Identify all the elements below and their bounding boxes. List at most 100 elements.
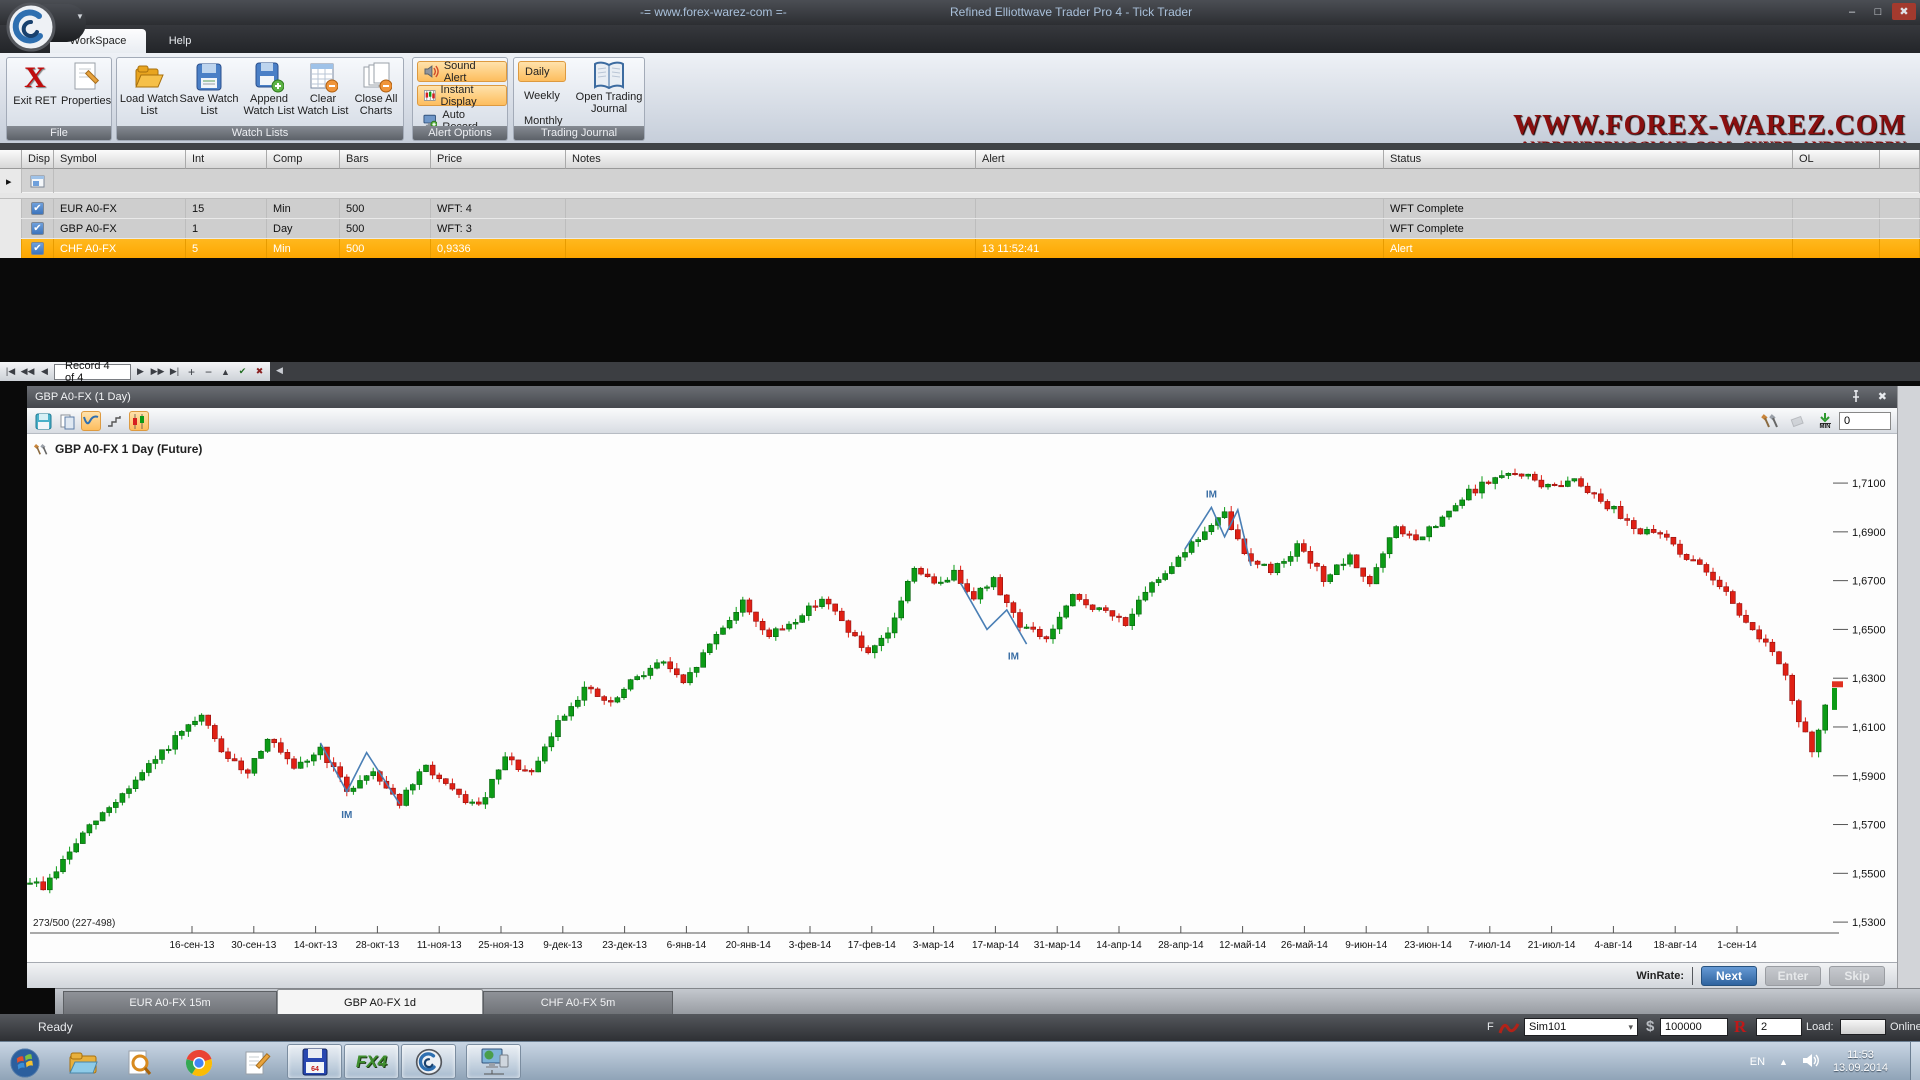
tab-eur[interactable]: EUR A0-FX 15m	[63, 991, 277, 1015]
start-button[interactable]	[10, 1048, 40, 1078]
save-watch-list-button[interactable]: Save Watch List	[179, 61, 239, 117]
tab-gbp-active[interactable]: GBP A0-FX 1d	[277, 989, 483, 1015]
amount-input[interactable]: 100000	[1660, 1018, 1728, 1036]
price-plot[interactable]: 1,71001,69001,67001,65001,63001,61001,59…	[27, 434, 1897, 962]
header-int[interactable]: Int	[186, 150, 267, 169]
chart-close-icon[interactable]: ✖	[1878, 390, 1887, 403]
table-row[interactable]: ✔ GBP A0-FX 1 Day 500 WFT: 3 WFT Complet…	[0, 219, 1920, 239]
chart-title-bar[interactable]: GBP A0-FX (1 Day) ✖	[27, 386, 1897, 408]
tools-icon[interactable]	[1760, 411, 1780, 431]
svg-text:1,5700: 1,5700	[1852, 820, 1886, 832]
record-accept-button[interactable]: ✔	[235, 364, 250, 379]
record-cancel-button[interactable]: ✖	[252, 364, 267, 379]
record-counter: Record 4 of 4	[54, 364, 131, 380]
enter-button[interactable]: Enter	[1765, 966, 1821, 986]
chevron-down-icon: ▾	[1628, 1022, 1633, 1033]
tray-expand-icon[interactable]: ▲	[1779, 1057, 1788, 1067]
header-disp[interactable]: Disp	[22, 150, 54, 169]
weekly-toggle[interactable]: Weekly	[518, 85, 566, 106]
svg-text:14-окт-13: 14-окт-13	[294, 940, 338, 951]
notepad-icon[interactable]	[242, 1048, 272, 1078]
taskbar-fx4-app[interactable]: FX4	[344, 1044, 399, 1079]
candlestick-mode-icon[interactable]	[129, 411, 149, 431]
chart-value-input[interactable]	[1839, 412, 1891, 430]
taskbar-floppy64-app[interactable]: 64	[287, 1044, 342, 1079]
header-notes[interactable]: Notes	[566, 150, 976, 169]
header-comp[interactable]: Comp	[267, 150, 340, 169]
cell-comp: Min	[267, 199, 340, 218]
search-doc-icon[interactable]	[124, 1048, 154, 1078]
record-first-button[interactable]: |◀	[3, 364, 18, 379]
account-select[interactable]: Sim101 ▾	[1524, 1018, 1638, 1036]
header-bars[interactable]: Bars	[340, 150, 431, 169]
instant-display-toggle[interactable]: Instant Display	[417, 85, 507, 106]
close-all-charts-button[interactable]: Close All Charts	[349, 61, 403, 117]
chart-copy-icon[interactable]	[57, 411, 77, 431]
ribbon-group-watch-lists: Load Watch List Save Watch List Append W…	[116, 57, 404, 141]
record-delete-button[interactable]: −	[201, 364, 216, 379]
record-prev-button[interactable]: ◀	[37, 364, 52, 379]
taskbar-ret-app[interactable]	[401, 1044, 456, 1079]
line-chart-mode-icon[interactable]	[81, 411, 101, 431]
properties-button[interactable]: Properties	[61, 61, 111, 107]
min-download-icon[interactable]: MIN	[1815, 411, 1835, 431]
record-fast-prev-button[interactable]: ◀◀	[20, 364, 35, 379]
cell-symbol: GBP A0-FX	[54, 219, 186, 238]
minimize-button[interactable]: –	[1840, 3, 1864, 20]
tab-chf[interactable]: CHF A0-FX 5m	[483, 991, 673, 1015]
table-row[interactable]: ✔ EUR A0-FX 15 Min 500 WFT: 4 WFT Comple…	[0, 199, 1920, 219]
record-fast-next-button[interactable]: ▶▶	[150, 364, 165, 379]
taskbar-monitor-app[interactable]	[466, 1044, 521, 1079]
table-new-row[interactable]: ▸	[0, 169, 1920, 193]
sound-alert-toggle[interactable]: Sound Alert	[417, 61, 507, 82]
cell-alert: 13 11:52:41	[976, 239, 1384, 258]
next-button[interactable]: Next	[1701, 966, 1757, 986]
close-button[interactable]: ✖	[1892, 3, 1916, 20]
show-desktop-button[interactable]	[1910, 1042, 1920, 1080]
hscrollbar-left-arrow[interactable]: ◀	[276, 365, 283, 376]
header-price[interactable]: Price	[431, 150, 566, 169]
series-tools-icon	[33, 443, 49, 456]
exit-ret-button[interactable]: X Exit RET	[11, 61, 59, 107]
header-alert[interactable]: Alert	[976, 150, 1384, 169]
language-indicator[interactable]: EN	[1750, 1056, 1765, 1068]
open-trading-journal-button[interactable]: Open Trading Journal	[574, 61, 644, 115]
header-status[interactable]: Status	[1384, 150, 1793, 169]
open-folder-icon	[133, 61, 165, 93]
weekly-label: Weekly	[524, 90, 560, 102]
record-add-button[interactable]: +	[184, 364, 199, 379]
table-row-selected[interactable]: ✔ CHF A0-FX 5 Min 500 0,9336 13 11:52:41…	[0, 239, 1920, 258]
vertical-scrollbar[interactable]	[1897, 386, 1920, 1014]
new-row-icon-cell[interactable]	[22, 169, 54, 193]
quantity-input[interactable]: 2	[1756, 1018, 1802, 1036]
maximize-button[interactable]: □	[1866, 3, 1890, 20]
step-chart-mode-icon[interactable]	[105, 411, 125, 431]
chart-body[interactable]: GBP A0-FX 1 Day (Future) 1,71001,69001,6…	[27, 434, 1897, 962]
app-logo-icon[interactable]	[6, 2, 56, 55]
record-navigator: |◀ ◀◀ ◀ Record 4 of 4 ▶ ▶▶ ▶| + − ▲ ✔ ✖ …	[0, 362, 1920, 381]
volume-icon[interactable]	[1802, 1053, 1819, 1071]
clear-watch-list-button[interactable]: Clear Watch List	[297, 61, 349, 117]
tab-help[interactable]: Help	[152, 29, 208, 53]
eraser-icon[interactable]	[1789, 411, 1809, 431]
chrome-icon[interactable]	[184, 1048, 214, 1078]
svg-text:4-авг-14: 4-авг-14	[1594, 940, 1632, 951]
record-next-button[interactable]: ▶	[133, 364, 148, 379]
header-symbol[interactable]: Symbol	[54, 150, 186, 169]
skip-button[interactable]: Skip	[1829, 966, 1885, 986]
chart-save-icon[interactable]	[33, 411, 53, 431]
clock[interactable]: 11:53 13.09.2014	[1833, 1049, 1888, 1075]
disp-checkbox[interactable]: ✔	[22, 199, 54, 218]
explorer-icon[interactable]	[68, 1048, 98, 1078]
pin-icon[interactable]	[1849, 389, 1863, 406]
record-last-button[interactable]: ▶|	[167, 364, 182, 379]
header-ol[interactable]: OL	[1793, 150, 1880, 169]
append-watch-list-button[interactable]: Append Watch List	[241, 61, 297, 117]
disp-checkbox[interactable]: ✔	[22, 239, 54, 258]
record-edit-button[interactable]: ▲	[218, 364, 233, 379]
daily-toggle[interactable]: Daily	[518, 61, 566, 82]
load-watch-list-button[interactable]: Load Watch List	[119, 61, 179, 117]
disp-checkbox[interactable]: ✔	[22, 219, 54, 238]
quick-access-arrow[interactable]: ▼	[76, 12, 84, 21]
cell-int: 5	[186, 239, 267, 258]
